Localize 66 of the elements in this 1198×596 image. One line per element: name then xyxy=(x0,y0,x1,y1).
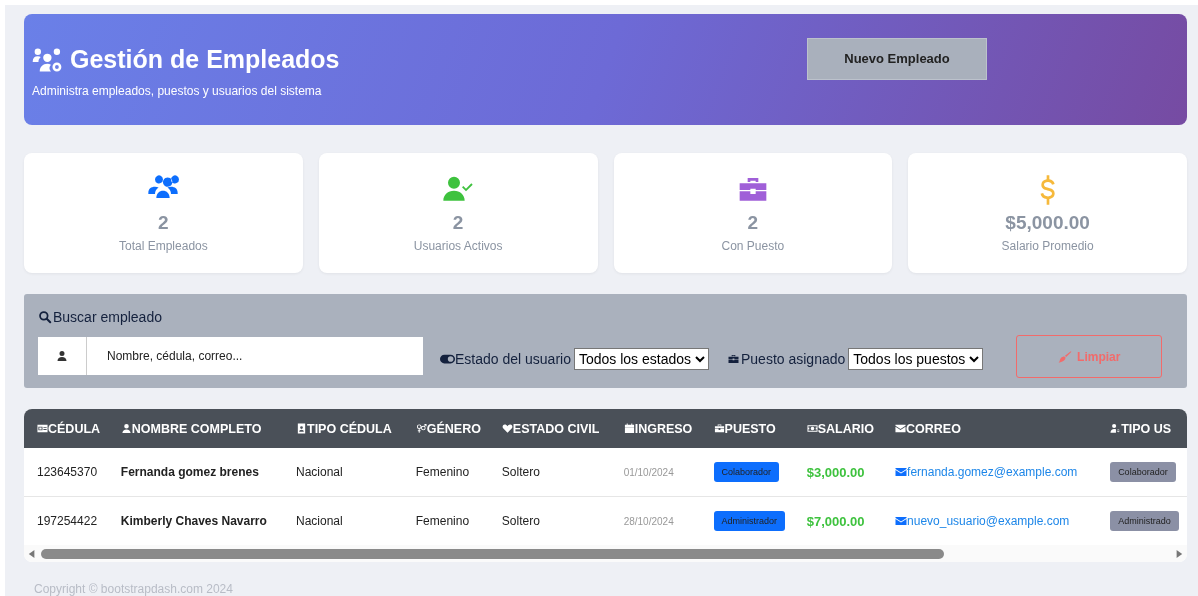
column-header: ESTADO CIVIL xyxy=(488,409,611,448)
column-header: GÉNERO xyxy=(402,409,489,448)
briefcase-icon xyxy=(713,423,725,434)
stat-label: Con Puesto xyxy=(721,238,785,253)
column-header: PUESTO xyxy=(700,409,794,448)
envelope-icon xyxy=(895,515,908,526)
calendar-icon xyxy=(623,423,635,434)
heart-icon xyxy=(501,423,513,434)
table-cell: Nacional xyxy=(296,514,343,528)
gender-icon xyxy=(415,423,427,434)
column-header: TIPO CÉDULA xyxy=(283,409,403,448)
stat-label: Usuarios Activos xyxy=(413,238,503,253)
user-icon xyxy=(120,423,132,434)
column-header: INGRESO xyxy=(610,409,701,448)
scroll-left-icon[interactable] xyxy=(28,548,36,559)
stat-value: 2 xyxy=(452,211,464,234)
page-title: Gestión de Empleados xyxy=(70,45,340,74)
user-type-badge: Colaborador xyxy=(1110,462,1176,482)
position-badge: Administrador xyxy=(713,511,786,531)
column-header: SALARIO xyxy=(793,409,883,448)
toggle-icon xyxy=(440,353,455,364)
table-cell: 197254422 xyxy=(37,514,98,528)
money-icon xyxy=(806,423,818,434)
position-filter-label: Puesto asignado xyxy=(740,350,846,367)
user-gear-icon xyxy=(1110,423,1122,434)
stat-value: 2 xyxy=(747,211,759,234)
envelope-icon xyxy=(895,423,907,434)
envelope-icon xyxy=(895,466,908,477)
table-cell: Soltero xyxy=(501,465,540,479)
table-cell: 28/10/2024 xyxy=(623,515,674,527)
position-select[interactable]: Todos los puestos xyxy=(848,347,984,370)
horizontal-scrollbar[interactable] xyxy=(24,545,1187,562)
stat-label: Salario Promedio xyxy=(1001,238,1094,253)
table-cell: Femenino xyxy=(415,465,470,479)
search-label: Buscar empleado xyxy=(53,309,162,325)
table-cell: $7,000.00 xyxy=(806,513,865,529)
column-header: CORREO xyxy=(882,409,1098,448)
table-cell: 123645370 xyxy=(37,465,98,479)
user-icon xyxy=(56,349,68,362)
table-cell: $3,000.00 xyxy=(806,464,865,480)
email-link[interactable]: fernanda.gomez@example.com xyxy=(895,464,1078,479)
new-employee-button[interactable]: Nuevo Empleado xyxy=(807,37,987,80)
brush-icon xyxy=(1058,349,1073,364)
column-header: CÉDULA xyxy=(24,409,108,448)
stat-label: Total Empleados xyxy=(119,238,208,253)
position-badge: Colaborador xyxy=(713,462,780,482)
column-header: NOMBRE COMPLETO xyxy=(107,409,283,448)
user-type-badge: Administrado xyxy=(1110,511,1179,531)
column-header: TIPO US xyxy=(1097,409,1187,448)
page-subtitle: Administra empleados, puestos y usuarios del sistema xyxy=(32,84,323,98)
table-cell: Kimberly Chaves Navarro xyxy=(120,514,267,528)
status-select[interactable]: Todos los estados xyxy=(573,347,709,370)
table-cell: Femenino xyxy=(415,514,470,528)
stat-value: $5,000.00 xyxy=(1005,211,1090,234)
search-field[interactable]: Nombre, cédula, correo... xyxy=(87,336,423,375)
table-cell: Fernanda gomez brenes xyxy=(120,465,259,479)
scroll-right-icon[interactable] xyxy=(1175,548,1183,559)
id-badge-icon xyxy=(296,423,307,434)
email-link[interactable]: nuevo_usuario@example.com xyxy=(895,513,1070,528)
table-cell: Nacional xyxy=(296,465,343,479)
search-icon xyxy=(38,310,52,324)
table-cell: Soltero xyxy=(501,514,540,528)
id-card-icon xyxy=(37,423,48,434)
status-filter-label: Estado del usuario xyxy=(455,350,571,367)
stat-value: 2 xyxy=(158,211,169,234)
table-cell: 01/10/2024 xyxy=(623,466,674,478)
